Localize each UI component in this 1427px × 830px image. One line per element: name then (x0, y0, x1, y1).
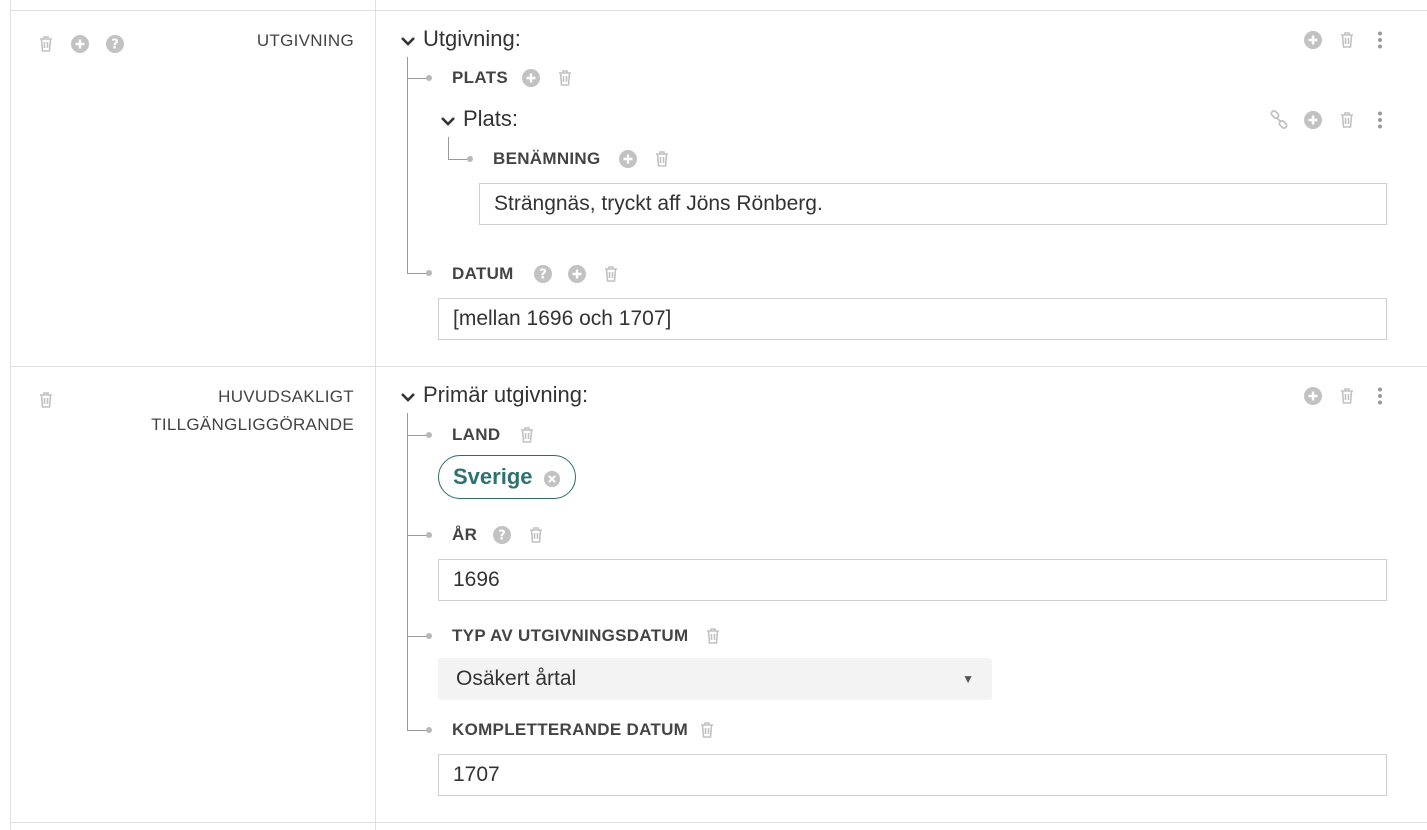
tree-branch (407, 636, 427, 637)
field-label: ÅR (452, 525, 478, 544)
tree-node (467, 156, 473, 162)
chevron-down-icon[interactable] (440, 113, 456, 129)
section-label-line: HUVUDSAKLIGT (218, 387, 354, 406)
svg-text:?: ? (539, 268, 547, 283)
typ-select[interactable]: Osäkert årtal ▼ (438, 658, 992, 700)
field-label: DATUM (452, 264, 514, 283)
add-circle-icon[interactable] (521, 68, 541, 88)
chevron-down-icon[interactable] (400, 33, 416, 49)
more-vertical-icon[interactable] (1370, 30, 1390, 50)
more-vertical-icon[interactable] (1370, 386, 1390, 406)
left-border (10, 0, 11, 830)
help-icon[interactable]: ? (533, 264, 553, 284)
link-icon[interactable] (1269, 110, 1289, 130)
chip-label: Sverige (453, 464, 533, 489)
field-label: LAND (452, 425, 501, 444)
trash-icon[interactable] (703, 626, 723, 646)
group-heading: Utgivning: (423, 26, 521, 51)
tree-line (448, 137, 449, 159)
group-heading: Primär utgivning: (423, 382, 589, 407)
trash-icon[interactable] (36, 390, 56, 410)
tree-node (426, 432, 432, 438)
trash-icon[interactable] (697, 720, 717, 740)
country-chip[interactable]: Sverige (438, 455, 576, 499)
tree-branch (407, 535, 427, 536)
tree-branch (448, 159, 468, 160)
section-label-line: TILLGÄNGLIGGÖRANDE (151, 415, 354, 434)
help-icon[interactable]: ? (492, 525, 512, 545)
trash-icon[interactable] (526, 525, 546, 545)
more-vertical-icon[interactable] (1370, 110, 1390, 130)
field-label: KOMPLETTERANDE DATUM (452, 720, 689, 739)
add-circle-icon[interactable] (1303, 386, 1323, 406)
tree-line (407, 57, 408, 273)
chevron-down-icon[interactable] (400, 389, 416, 405)
tree-node (426, 727, 432, 733)
trash-icon[interactable] (555, 68, 575, 88)
add-circle-icon[interactable] (618, 149, 638, 169)
kompletterande-input[interactable] (438, 754, 1387, 796)
dropdown-arrow-icon: ▼ (962, 672, 974, 686)
add-circle-icon[interactable] (567, 264, 587, 284)
section-divider (10, 366, 1427, 367)
field-label: BENÄMNING (493, 149, 601, 168)
section-label: HUVUDSAKLIGT TILLGÄNGLIGGÖRANDE (151, 383, 354, 439)
tree-node (426, 532, 432, 538)
trash-icon[interactable] (1337, 386, 1357, 406)
tree-branch (407, 730, 427, 731)
select-value: Osäkert årtal (456, 667, 577, 690)
tree-branch (407, 435, 427, 436)
section-label: UTGIVNING (256, 31, 354, 50)
tree-line (407, 413, 408, 730)
trash-icon[interactable] (517, 425, 537, 445)
ar-input[interactable] (438, 559, 1387, 601)
tree-branch (407, 273, 427, 274)
tree-node (426, 633, 432, 639)
tree-branch (407, 78, 427, 79)
field-label: TYP AV UTGIVNINGSDATUM (452, 626, 689, 645)
top-border (10, 10, 1427, 11)
svg-text:?: ? (498, 529, 506, 544)
tree-node (426, 75, 432, 81)
trash-icon[interactable] (36, 34, 56, 54)
bottom-border (10, 822, 1427, 823)
group-heading: Plats: (463, 106, 519, 131)
remove-icon[interactable] (543, 468, 561, 488)
field-label: PLATS (452, 68, 508, 87)
benamning-input[interactable] (479, 183, 1387, 225)
svg-text:?: ? (111, 38, 119, 53)
datum-input[interactable] (438, 298, 1387, 340)
add-circle-icon[interactable] (1303, 110, 1323, 130)
trash-icon[interactable] (601, 264, 621, 284)
add-circle-icon[interactable] (70, 34, 90, 54)
trash-icon[interactable] (652, 149, 672, 169)
tree-node (426, 270, 432, 276)
column-divider (375, 0, 376, 830)
add-circle-icon[interactable] (1303, 30, 1323, 50)
help-icon[interactable]: ? (105, 34, 125, 54)
trash-icon[interactable] (1337, 30, 1357, 50)
trash-icon[interactable] (1337, 110, 1357, 130)
